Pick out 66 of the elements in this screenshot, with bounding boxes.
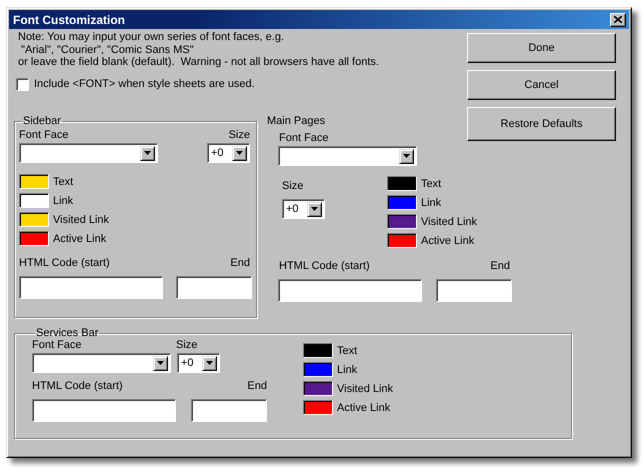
dialog-button[interactable]: Done (467, 33, 616, 63)
checkbox[interactable] (16, 78, 29, 90)
field-label: HTML Code (start) (19, 257, 110, 270)
field-label: Font Face (279, 132, 329, 145)
color-label: Visited Link (337, 382, 394, 394)
html-start-field[interactable] (278, 279, 422, 302)
color-label: Active Link (421, 234, 474, 246)
html-start-field[interactable] (32, 399, 176, 422)
dropdown-arrow-icon (236, 151, 243, 155)
close-icon (614, 16, 622, 23)
field-label: Size (228, 129, 250, 142)
color-label: Visited Link (421, 216, 478, 228)
window-title: Font Customization (13, 12, 125, 26)
dialog-button[interactable]: Cancel (467, 70, 616, 100)
color-label: Text (53, 176, 74, 188)
group-title: Services Bar (35, 327, 100, 339)
size-dropdown[interactable]: +0 (207, 143, 250, 163)
color-swatch[interactable] (19, 174, 49, 189)
color-swatch[interactable] (387, 176, 417, 191)
section-title: Main Pages (267, 115, 326, 128)
field-label: Font Face (32, 339, 83, 352)
field-label: End (247, 380, 267, 393)
color-label: Link (53, 194, 74, 206)
color-swatch[interactable] (387, 233, 417, 248)
font-face-dropdown[interactable] (32, 353, 171, 373)
field-label: Font Face (19, 129, 69, 142)
size-dropdown[interactable]: +0 (282, 199, 325, 219)
color-label: Active Link (53, 232, 106, 244)
dropdown-arrow-icon (311, 207, 318, 211)
color-label: Visited Link (53, 214, 110, 226)
field-label: End (490, 260, 510, 273)
color-swatch[interactable] (19, 193, 49, 208)
color-label: Text (337, 344, 358, 356)
dropdown-arrow-icon (206, 361, 213, 365)
color-swatch[interactable] (387, 214, 417, 229)
checkbox-label: Include <FONT> when style sheets are used. (34, 78, 255, 90)
close-button[interactable] (610, 12, 626, 26)
field-label: Size (176, 339, 198, 352)
html-end-field[interactable] (176, 276, 252, 299)
color-swatch[interactable] (303, 400, 333, 415)
color-label: Text (421, 178, 442, 190)
color-label: Link (421, 196, 442, 208)
html-end-field[interactable] (191, 399, 267, 422)
dropdown-arrow-icon (403, 154, 410, 158)
color-label: Link (337, 364, 358, 376)
font-face-dropdown[interactable] (278, 146, 417, 166)
dropdown-arrow-icon (144, 151, 151, 155)
field-label: HTML Code (start) (32, 380, 123, 393)
color-swatch[interactable] (19, 231, 49, 246)
color-label: Active Link (337, 402, 390, 414)
html-end-field[interactable] (436, 279, 512, 302)
note-text: Note: You may input your own series of font faces, e.g. "Arial", "Courier", "Comic Sans MS" or leave the field blank (default). Warning - not all browsers have all fonts. (18, 31, 380, 68)
field-label: Size (282, 180, 304, 193)
font-face-dropdown[interactable] (19, 143, 158, 163)
color-swatch[interactable] (303, 343, 333, 358)
color-swatch[interactable] (387, 195, 417, 210)
dropdown-arrow-icon (157, 361, 164, 365)
field-label: End (230, 257, 250, 270)
group-title: Sidebar (22, 115, 62, 127)
html-start-field[interactable] (19, 276, 163, 299)
color-swatch[interactable] (303, 362, 333, 377)
color-swatch[interactable] (303, 381, 333, 396)
dialog-button[interactable]: Restore Defaults (467, 107, 616, 141)
color-swatch[interactable] (19, 212, 49, 227)
size-dropdown[interactable]: +0 (177, 353, 220, 373)
field-label: HTML Code (start) (279, 260, 370, 273)
